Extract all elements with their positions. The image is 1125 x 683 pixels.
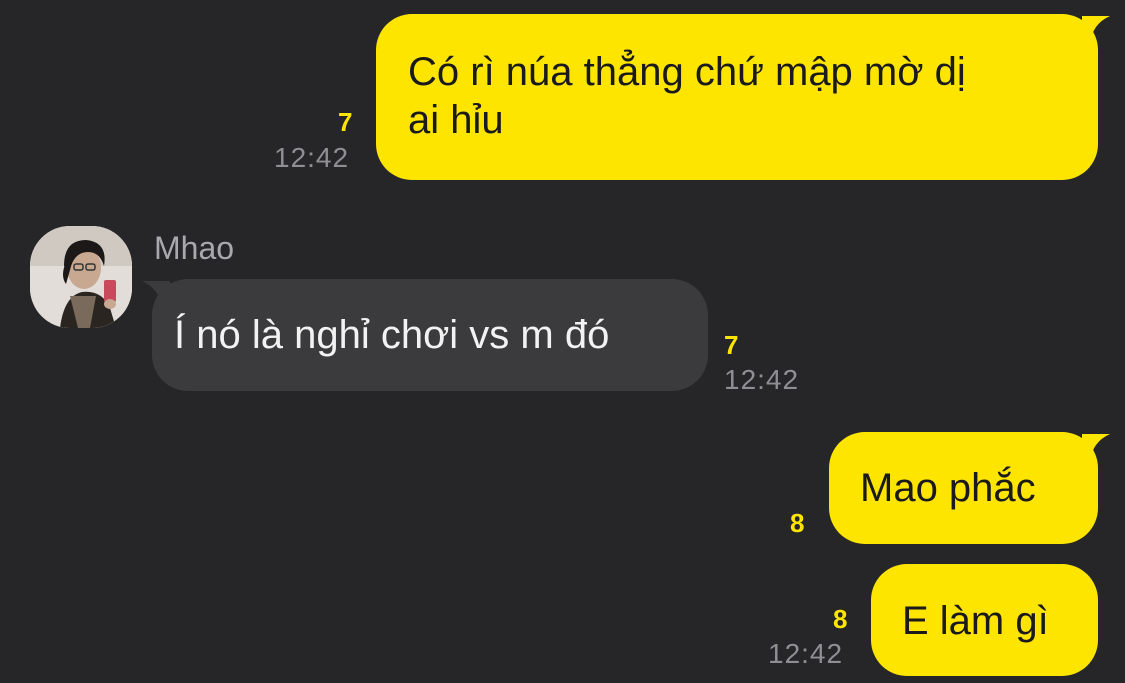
unread-count: 8 — [833, 604, 848, 634]
unread-count: 7 — [338, 107, 353, 137]
avatar[interactable] — [30, 226, 132, 328]
message-text-line: ai hỉu — [408, 98, 504, 142]
message-time: 12:42 — [724, 364, 800, 395]
message-bubble[interactable]: Mao phắc — [829, 432, 1098, 544]
message-bubble[interactable]: E làm gì — [871, 564, 1098, 676]
unread-count: 8 — [790, 508, 805, 538]
message-text-line: Có rì núa thẳng chứ mập mờ dị — [408, 50, 966, 94]
message-text: Í nó là nghỉ chơi vs m đó — [174, 313, 610, 357]
message-time: 12:42 — [768, 638, 844, 669]
bubble-tail-icon — [1082, 16, 1110, 44]
message-bubble[interactable]: Í nó là nghỉ chơi vs m đó — [152, 279, 708, 391]
unread-count: 7 — [724, 330, 739, 360]
bubble-tail-icon — [1082, 434, 1110, 462]
sender-name: Mhao — [154, 230, 235, 266]
message-text: E làm gì — [902, 599, 1049, 643]
message-bubble[interactable]: Có rì núa thẳng chứ mập mờ dị ai hỉu — [376, 14, 1098, 180]
profile-photo-icon — [30, 226, 132, 328]
message-time: 12:42 — [274, 142, 350, 173]
message-text: Mao phắc — [860, 466, 1036, 510]
